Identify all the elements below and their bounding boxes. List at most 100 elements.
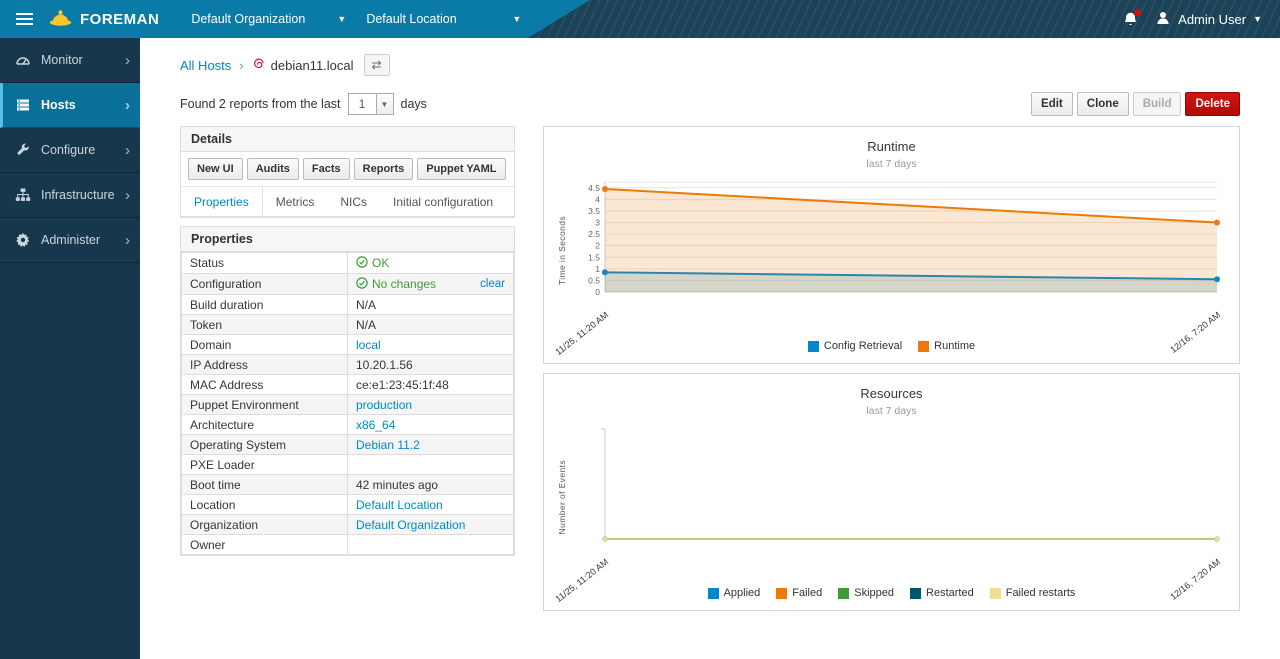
facts-button[interactable]: Facts bbox=[303, 158, 350, 180]
table-row: Architecturex86_64 bbox=[182, 415, 514, 435]
property-label: Build duration bbox=[182, 295, 348, 315]
brand[interactable]: FOREMAN bbox=[48, 5, 159, 33]
table-row: Boot time42 minutes ago bbox=[182, 475, 514, 495]
property-value: local bbox=[348, 335, 514, 355]
new-ui-button[interactable]: New UI bbox=[188, 158, 243, 180]
chevron-right-icon: › bbox=[125, 143, 130, 158]
svg-text:3.5: 3.5 bbox=[588, 206, 600, 216]
legend-item-restarted[interactable]: Restarted bbox=[910, 587, 974, 599]
sitemap-icon bbox=[15, 187, 39, 203]
property-value bbox=[348, 455, 514, 475]
tab-nics[interactable]: NICs bbox=[327, 187, 380, 217]
legend-item-config-retrieval[interactable]: Config Retrieval bbox=[808, 340, 902, 352]
foreman-helmet-icon bbox=[48, 5, 73, 33]
audits-button[interactable]: Audits bbox=[247, 158, 299, 180]
table-row: StatusOK bbox=[182, 253, 514, 274]
location-selector[interactable]: Default Location ▼ bbox=[356, 0, 531, 38]
wrench-icon bbox=[15, 142, 39, 158]
property-value-link[interactable]: local bbox=[356, 338, 381, 352]
chevron-right-icon: › bbox=[125, 233, 130, 248]
property-value: Default Location bbox=[348, 495, 514, 515]
legend-item-failed-restarts[interactable]: Failed restarts bbox=[990, 587, 1076, 599]
report-bar: Found 2 reports from the last 1 ▼ days E… bbox=[180, 92, 1240, 116]
legend-swatch bbox=[708, 588, 719, 599]
property-value-link[interactable]: Default Location bbox=[356, 498, 443, 512]
runtime-chart-panel: Runtime last 7 days Time in Seconds 00.5… bbox=[543, 126, 1240, 364]
property-value-link[interactable]: Default Organization bbox=[356, 518, 465, 532]
details-tabs: PropertiesMetricsNICsInitial configurati… bbox=[181, 187, 514, 217]
gear-icon bbox=[15, 232, 39, 248]
build-button: Build bbox=[1133, 92, 1182, 116]
table-row: Puppet Environment production bbox=[182, 395, 514, 415]
property-value: 10.20.1.56 bbox=[348, 355, 514, 375]
chevron-down-icon: ▼ bbox=[376, 94, 393, 114]
puppet-yaml-button[interactable]: Puppet YAML bbox=[417, 158, 505, 180]
legend-item-runtime[interactable]: Runtime bbox=[918, 340, 975, 352]
svg-text:1: 1 bbox=[595, 264, 600, 274]
organization-selector[interactable]: Default Organization ▼ bbox=[181, 0, 356, 38]
property-label: Location bbox=[182, 495, 348, 515]
reports-button[interactable]: Reports bbox=[354, 158, 414, 180]
legend-swatch bbox=[990, 588, 1001, 599]
property-value-link[interactable]: x86_64 bbox=[356, 418, 395, 432]
sidebar-item-configure[interactable]: Configure› bbox=[0, 128, 140, 173]
property-value: Default Organization bbox=[348, 515, 514, 535]
property-value: N/A bbox=[348, 315, 514, 335]
sidebar-nav: Monitor›Hosts›Configure›Infrastructure›A… bbox=[0, 38, 140, 659]
delete-button[interactable]: Delete bbox=[1185, 92, 1240, 116]
sidebar-item-administer[interactable]: Administer› bbox=[0, 218, 140, 263]
status-ok-badge: No changes bbox=[356, 277, 436, 292]
chevron-down-icon: ▼ bbox=[486, 14, 521, 24]
report-count-text: Found 2 reports from the last bbox=[180, 97, 341, 111]
property-value: 42 minutes ago bbox=[348, 475, 514, 495]
clone-button[interactable]: Clone bbox=[1077, 92, 1129, 116]
svg-text:0.5: 0.5 bbox=[588, 275, 600, 285]
property-value: production bbox=[348, 395, 514, 415]
legend-item-skipped[interactable]: Skipped bbox=[838, 587, 894, 599]
host-switcher-button[interactable]: ⇄ bbox=[364, 54, 390, 76]
notifications-bell-icon[interactable] bbox=[1122, 11, 1139, 28]
notification-dot bbox=[1134, 9, 1141, 16]
sidebar-item-label: Infrastructure bbox=[39, 188, 125, 202]
svg-text:3: 3 bbox=[595, 218, 600, 228]
properties-table: StatusOKConfiguration No changes clear Buil… bbox=[181, 252, 514, 555]
breadcrumb-separator: › bbox=[239, 58, 243, 73]
chart-legend: Config Retrieval Runtime bbox=[544, 340, 1239, 352]
svg-text:4.5: 4.5 bbox=[588, 183, 600, 193]
property-label: Configuration bbox=[182, 274, 348, 295]
y-axis-label: Time in Seconds bbox=[554, 174, 569, 326]
legend-swatch bbox=[918, 341, 929, 352]
sidebar-item-monitor[interactable]: Monitor› bbox=[0, 38, 140, 83]
gauge-icon bbox=[15, 52, 39, 68]
brand-name: FOREMAN bbox=[80, 11, 159, 28]
property-value-link[interactable]: Debian 11.2 bbox=[356, 438, 420, 452]
svg-text:4: 4 bbox=[595, 194, 600, 204]
tab-properties[interactable]: Properties bbox=[181, 187, 263, 217]
details-buttons: New UIAuditsFactsReportsPuppet YAML bbox=[181, 152, 514, 187]
property-value bbox=[348, 535, 514, 555]
check-circle-icon bbox=[356, 277, 368, 292]
sidebar-item-infrastructure[interactable]: Infrastructure› bbox=[0, 173, 140, 218]
sidebar-item-label: Hosts bbox=[39, 98, 125, 112]
user-name: Admin User bbox=[1178, 12, 1246, 27]
property-label: Puppet Environment bbox=[182, 395, 348, 415]
tab-initial-configuration[interactable]: Initial configuration bbox=[380, 187, 506, 217]
debian-os-icon bbox=[252, 57, 266, 74]
svg-text:1.5: 1.5 bbox=[588, 252, 600, 262]
menu-toggle-icon[interactable] bbox=[0, 13, 48, 25]
user-menu[interactable]: Admin User ▼ bbox=[1155, 10, 1262, 29]
edit-button[interactable]: Edit bbox=[1031, 92, 1073, 116]
legend-item-applied[interactable]: Applied bbox=[708, 587, 761, 599]
tab-metrics[interactable]: Metrics bbox=[263, 187, 328, 217]
table-row: OrganizationDefault Organization bbox=[182, 515, 514, 535]
breadcrumb-all-hosts-link[interactable]: All Hosts bbox=[180, 58, 231, 73]
report-days-select[interactable]: 1 ▼ bbox=[348, 93, 394, 115]
clear-link[interactable]: clear bbox=[480, 278, 505, 290]
legend-item-failed[interactable]: Failed bbox=[776, 587, 822, 599]
sidebar-item-hosts[interactable]: Hosts› bbox=[0, 83, 140, 128]
table-row: Domainlocal bbox=[182, 335, 514, 355]
property-label: IP Address bbox=[182, 355, 348, 375]
property-label: Status bbox=[182, 253, 348, 274]
property-value-link[interactable]: production bbox=[356, 398, 412, 412]
chart-title: Runtime bbox=[544, 139, 1239, 154]
